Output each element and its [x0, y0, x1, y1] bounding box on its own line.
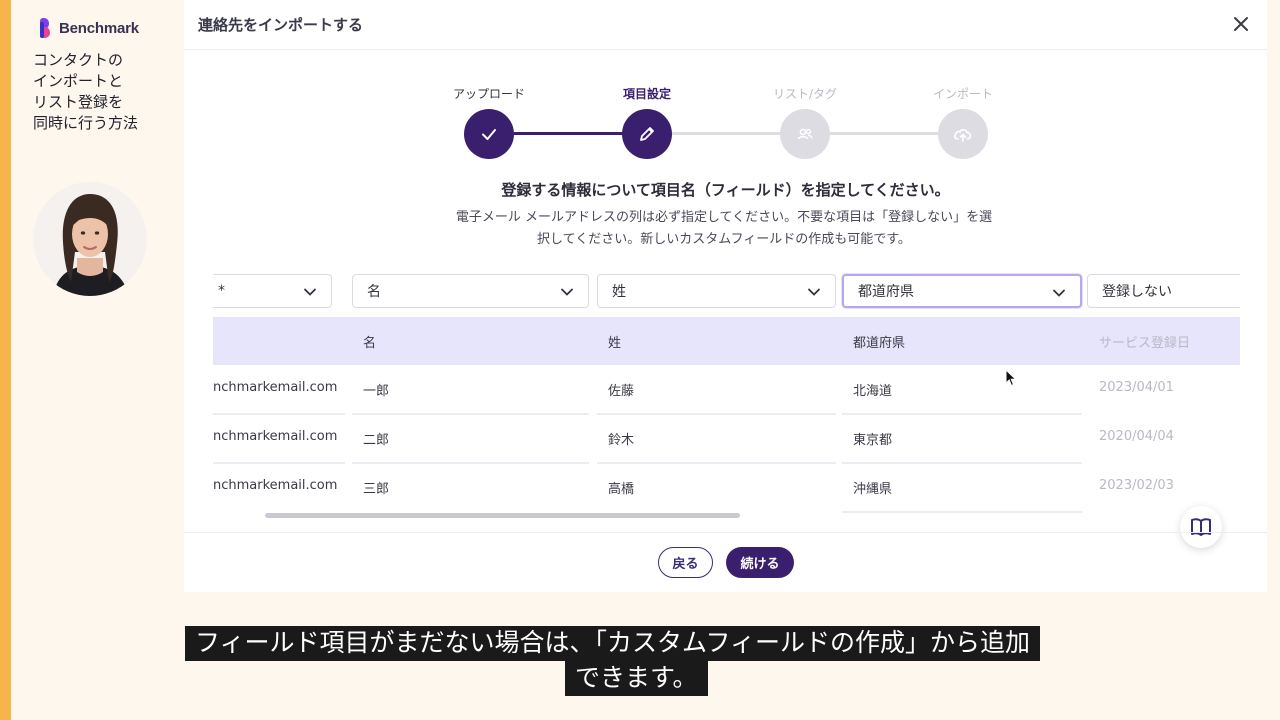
table-cell: 鈴木 [608, 433, 635, 448]
row-divider [842, 462, 1082, 464]
cloud-upload-icon [954, 129, 972, 142]
table-cell-email: nchmarkemail.com [213, 380, 338, 395]
table-cell: 2020/04/04 [1099, 429, 1174, 444]
table-cell: 高橋 [608, 482, 635, 497]
field-select-first-name[interactable]: 名 [352, 274, 589, 308]
field-select-do-not-import[interactable]: 登録しない [1087, 274, 1240, 308]
row-divider [842, 413, 1082, 415]
table-cell: 佐藤 [608, 384, 635, 399]
field-select-value: 名 [367, 284, 381, 300]
table-cell: 2023/02/03 [1099, 478, 1174, 493]
accent-bar [0, 0, 11, 720]
chevron-down-icon [808, 288, 820, 296]
row-divider [597, 462, 836, 464]
chevron-down-icon [1053, 289, 1065, 297]
step-connector-3 [828, 132, 940, 135]
table-cell: 北海道 [853, 384, 893, 399]
row-divider [213, 462, 345, 464]
lesson-title: コンタクトの インポートと リスト登録を 同時に行う方法 [33, 51, 139, 132]
step-field-mapping [622, 109, 672, 159]
chevron-down-icon [561, 288, 573, 296]
table-cell: 2023/04/01 [1099, 380, 1174, 395]
table-cell: 三郎 [363, 482, 390, 497]
row-divider [352, 413, 589, 415]
table-header-cell: サービス登録日 [1099, 336, 1191, 351]
table-cell-email: nchmarkemail.com [213, 478, 338, 493]
help-guide-button[interactable] [1180, 506, 1222, 548]
table-cell: 沖縄県 [853, 482, 893, 497]
caption-line-1: フィールド項目がまだない場合は、「カスタムフィールドの作成」から追加 [185, 626, 1041, 661]
step-label-import: インポート [932, 87, 993, 101]
back-button[interactable]: 戻る [658, 547, 713, 578]
field-select-email[interactable]: * [213, 274, 332, 308]
step-connector-2 [670, 132, 782, 135]
close-button[interactable] [1231, 14, 1251, 34]
field-select-value: 姓 [612, 284, 626, 300]
continue-button[interactable]: 続ける [726, 547, 794, 578]
close-icon [1234, 17, 1248, 31]
row-divider [597, 413, 836, 415]
field-select-last-name[interactable]: 姓 [597, 274, 836, 308]
caption-line-2: できます。 [565, 661, 708, 696]
table-header-cell: 都道府県 [853, 336, 906, 351]
modal-header: 連絡先をインポートする [184, 0, 1267, 50]
pencil-icon [640, 127, 654, 141]
field-select-value: 登録しない [1102, 284, 1172, 300]
check-icon [482, 129, 496, 140]
table-header-row: 名 姓 都道府県 サービス登録日 [213, 317, 1240, 365]
import-contacts-modal: 連絡先をインポートする アップロード 項目設定 リスト/タグ インポート 登録す… [184, 0, 1267, 592]
step-label-field-mapping: 項目設定 [622, 87, 671, 101]
field-select-value: 都道府県 [858, 284, 914, 300]
table-cell-email: nchmarkemail.com [213, 429, 338, 444]
row-divider [352, 462, 589, 464]
step-connector-1 [514, 132, 624, 135]
table-header-cell: 姓 [608, 336, 622, 351]
row-divider [213, 413, 345, 415]
modal-title: 連絡先をインポートする [198, 16, 364, 34]
footer-divider [184, 532, 1267, 533]
step-label-list-tag: リスト/タグ [772, 87, 838, 101]
step-upload [464, 109, 514, 159]
users-icon [797, 128, 813, 140]
field-select-prefecture[interactable]: 都道府県 [842, 274, 1082, 308]
table-header-cell: 名 [363, 336, 377, 351]
row-divider [842, 511, 1082, 513]
brand-logo: Benchmark [40, 18, 139, 38]
table-cell: 一郎 [363, 384, 390, 399]
presenter-avatar [33, 182, 147, 296]
brand-name: Benchmark [59, 19, 139, 37]
mouse-cursor-icon [1005, 369, 1017, 387]
step-label-upload: アップロード [452, 87, 525, 101]
field-mapping-table: * 名 姓 都道府県 登録しない 名 姓 都道府県 サービス登録日 nchmar… [213, 268, 1240, 522]
instruction-heading: 登録する情報について項目名（フィールド）を指定してください。 [501, 181, 950, 199]
book-icon [1191, 518, 1211, 536]
horizontal-scrollbar[interactable] [265, 513, 740, 518]
instruction-body: 電子メール メールアドレスの列は必ず指定してください。不要な項目は「登録しない」… [455, 210, 993, 247]
table-cell: 東京都 [853, 433, 893, 448]
table-cell: 二郎 [363, 433, 390, 448]
chevron-down-icon [304, 288, 316, 296]
benchmark-logo-icon [40, 18, 55, 38]
field-select-value: * [218, 283, 225, 299]
step-list-tag [780, 109, 830, 159]
step-import [938, 109, 988, 159]
